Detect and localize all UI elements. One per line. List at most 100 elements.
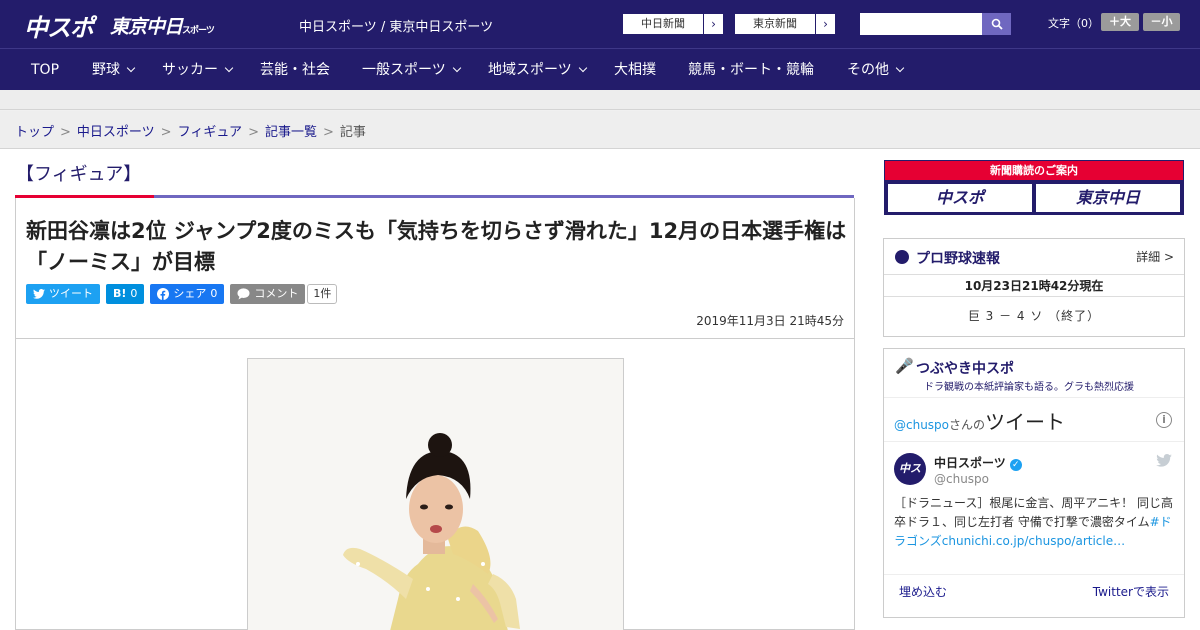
font-size-decrease-button[interactable]: －小: [1143, 13, 1180, 31]
ad-chuspo-logo[interactable]: 中スポ: [888, 184, 1032, 212]
chevron-down-icon: [578, 63, 587, 73]
breadcrumb-chunichi-sports[interactable]: 中日スポーツ: [77, 125, 155, 140]
tokyo-button-label: 東京新聞: [753, 17, 797, 30]
subscription-ad[interactable]: 新聞購読のご案内 中スポ 東京中日: [884, 160, 1184, 215]
article-headline: 新田谷凛は2位 ジャンプ2度のミスも「気持ちを切らさず滑れた」12月の日本選手権…: [26, 219, 847, 274]
article-divider: [16, 338, 854, 339]
nav-item-sumo[interactable]: 大相撲: [614, 49, 656, 91]
nav-label: 一般スポーツ: [362, 62, 446, 78]
tweets-subtitle: ドラ観戦の本紙評論家も語る。グラも熱烈応援: [924, 382, 1134, 393]
twitter-bird-icon[interactable]: [1156, 454, 1172, 467]
font-size-increase-button[interactable]: ＋大: [1101, 13, 1139, 31]
chunichi-button-label: 中日新聞: [641, 17, 685, 30]
timeline-handle[interactable]: @chuspo: [894, 418, 949, 432]
comment-button[interactable]: コメント: [230, 284, 306, 304]
hatena-count: 0: [130, 287, 138, 300]
tweets-title: つぶやき中スポ: [916, 361, 1014, 377]
view-on-twitter-link[interactable]: Twitterで表示: [1093, 583, 1169, 600]
subscription-ad-title: 新聞購読のご案内: [885, 161, 1183, 180]
top-header: 中スポ 東京中日スポーツ 中日スポーツ / 東京中日スポーツ 中日新聞 › 東京…: [0, 0, 1200, 48]
breadcrumb-article-list[interactable]: 記事一覧: [265, 125, 317, 140]
nav-item-regional-sports[interactable]: 地域スポーツ: [488, 49, 587, 91]
baseball-header: プロ野球速報 詳細 >: [884, 239, 1184, 275]
comment-count[interactable]: 1件: [307, 284, 338, 304]
twitter-bird-icon: [33, 289, 45, 299]
nav-item-other[interactable]: その他: [847, 49, 905, 91]
breadcrumb-top[interactable]: トップ: [15, 125, 54, 140]
breadcrumb-current: 記事: [339, 125, 366, 140]
share-buttons: ツイート B! 0 シェア 0 コメント 1件: [26, 284, 338, 304]
verified-icon: ✓: [1009, 459, 1022, 471]
nav-item-racing[interactable]: 競馬・ボート・競輪: [688, 49, 814, 91]
search-button[interactable]: [982, 13, 1011, 35]
timeline-footer-divider: [884, 574, 1184, 575]
facebook-share-button[interactable]: シェア 0: [150, 284, 225, 304]
search-icon: [991, 18, 1003, 30]
tweet-body: ［ドラニュース］根尾に金言、周平アニキ！ 同じ高卒ドラ１、同じ左打者 守備で打撃…: [894, 496, 1173, 529]
chunichi-shimbun-button[interactable]: 中日新聞 ›: [622, 13, 724, 35]
ad-tokyo-chunichi-logo[interactable]: 東京中日: [1036, 184, 1180, 212]
font-size-label: 文字（0）: [1048, 17, 1099, 30]
baseball-timestamp: 10月23日21時42分現在: [884, 275, 1184, 297]
nav-item-top[interactable]: TOP: [31, 49, 59, 91]
site-title[interactable]: 中日スポーツ / 東京中日スポーツ: [299, 16, 493, 35]
baseball-title: プロ野球速報: [916, 251, 1000, 267]
chevron-right-icon: ›: [815, 14, 835, 34]
chevron-right-icon: ›: [703, 14, 723, 34]
breadcrumb-sep: >: [160, 125, 172, 140]
info-icon[interactable]: i: [1156, 412, 1172, 428]
nav-item-general-sports[interactable]: 一般スポーツ: [362, 49, 461, 91]
article-date: 2019年11月3日 21時45分: [696, 314, 844, 328]
avatar[interactable]: 中スポ: [894, 453, 926, 507]
speech-bubble-icon: [237, 288, 250, 300]
nav-item-baseball[interactable]: 野球: [92, 49, 136, 91]
ad-strip: [0, 90, 1200, 110]
tweet-label: ツイート: [49, 287, 93, 300]
timeline-divider: [884, 441, 1184, 442]
breadcrumb-bar: トップ > 中日スポーツ > フィギュア > 記事一覧 > 記事: [0, 111, 1200, 149]
tweet-author-name: 中日スポーツ: [934, 456, 1006, 470]
tweet-button[interactable]: ツイート: [26, 284, 100, 304]
search-input[interactable]: [860, 13, 982, 35]
tweets-widget: 🎤 つぶやき中スポ ドラ観戦の本紙評論家も語る。グラも熱烈応援 @chuspoさ…: [883, 348, 1185, 618]
tokyo-chunichi-logo[interactable]: 東京中日スポーツ: [110, 12, 215, 39]
figure-skater-photo: [248, 359, 623, 630]
article-photo[interactable]: [247, 358, 624, 630]
hatena-icon: B!: [113, 287, 127, 300]
tokyo-logo-text: 東京中日: [110, 16, 183, 38]
tweet-text: ［ドラニュース］根尾に金言、周平アニキ！ 同じ高卒ドラ１、同じ左打者 守備で打撃…: [894, 494, 1174, 551]
breadcrumb-sep: >: [60, 125, 71, 140]
tokyo-shimbun-button[interactable]: 東京新聞 ›: [734, 13, 836, 35]
nav-label: サッカー: [162, 62, 218, 78]
hatena-bookmark-button[interactable]: B! 0: [106, 284, 145, 304]
microphone-icon: 🎤: [895, 357, 914, 375]
facebook-icon: [157, 288, 170, 300]
tweets-header: 🎤 つぶやき中スポ ドラ観戦の本紙評論家も語る。グラも熱烈応援: [884, 349, 1184, 397]
facebook-label: シェア: [173, 287, 207, 300]
baseball-score[interactable]: 巨 3 － 4 ソ （終了）: [884, 297, 1184, 335]
facebook-count: 0: [210, 287, 218, 300]
tweet-author[interactable]: 中日スポーツ ✓: [934, 454, 1022, 471]
nav-label: 野球: [92, 62, 120, 78]
baseball-details-link[interactable]: 詳細 >: [1136, 248, 1174, 265]
category-heading[interactable]: 【フィギュア】: [16, 160, 141, 186]
main-content: 【フィギュア】 新田谷凛は2位 ジャンプ2度のミスも「気持ちを切らさず滑れた」1…: [0, 149, 1200, 630]
nav-item-entertainment[interactable]: 芸能・社会: [260, 49, 330, 91]
chevron-down-icon: [895, 63, 905, 73]
breadcrumb-figure[interactable]: フィギュア: [178, 125, 242, 140]
nav-label: 競馬・ボート・競輪: [688, 62, 814, 78]
timeline-title: ツイート: [985, 410, 1066, 434]
chevron-down-icon: [224, 63, 234, 73]
nav-item-soccer[interactable]: サッカー: [162, 49, 234, 91]
pro-baseball-widget: プロ野球速報 詳細 > 10月23日21時42分現在 巨 3 － 4 ソ （終了…: [883, 238, 1185, 337]
embed-link[interactable]: 埋め込む: [899, 583, 947, 600]
breadcrumb-sep: >: [248, 125, 259, 140]
breadcrumb: トップ > 中日スポーツ > フィギュア > 記事一覧 > 記事: [15, 121, 366, 140]
twitter-timeline: @chuspoさんのツイート i 中スポ 中日スポーツ ✓ @chuspo ［ドラ…: [884, 397, 1184, 617]
tweet-handle[interactable]: @chuspo: [934, 472, 989, 486]
main-nav: TOP 野球 サッカー 芸能・社会 一般スポーツ 地域スポーツ 大相撲 競馬・ボ…: [0, 48, 1200, 90]
chuspo-logo[interactable]: 中スポ: [24, 8, 94, 43]
nav-label: その他: [847, 62, 889, 78]
chevron-down-icon: [126, 63, 136, 73]
nav-label: 芸能・社会: [260, 62, 330, 78]
